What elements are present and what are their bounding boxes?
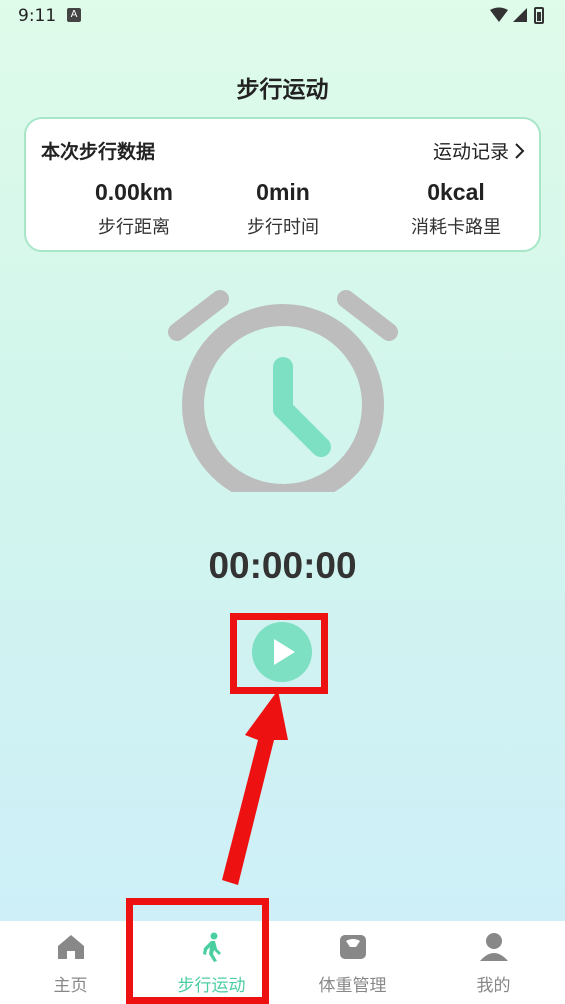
records-link-label: 运动记录 bbox=[432, 141, 509, 163]
stat-distance: 0.00km 步行距离 bbox=[59, 179, 209, 239]
status-time: 9:11 bbox=[18, 6, 57, 26]
chevron-right-icon bbox=[515, 142, 525, 159]
elapsed-timer: 00:00:00 bbox=[208, 545, 357, 586]
annotation-highlight-start bbox=[230, 613, 328, 694]
tab-label: 体重管理 bbox=[318, 976, 387, 996]
tab-me[interactable]: 我的 bbox=[423, 921, 564, 1004]
user-icon bbox=[479, 933, 508, 961]
stat-time: 0min 步行时间 bbox=[208, 179, 358, 239]
card-title: 本次步行数据 bbox=[41, 141, 156, 163]
bottom-tab-bar: 主页 步行运动 体重管理 我的 bbox=[0, 921, 565, 1004]
stat-value: 0.00km bbox=[94, 179, 173, 205]
stat-label: 步行距离 bbox=[98, 217, 170, 238]
stat-value: 0min bbox=[256, 179, 310, 205]
signal-icon bbox=[513, 8, 527, 22]
scale-icon bbox=[339, 935, 366, 959]
tab-home[interactable]: 主页 bbox=[0, 921, 141, 1004]
stat-calories: 0kcal 消耗卡路里 bbox=[381, 179, 531, 239]
stat-value: 0kcal bbox=[427, 179, 485, 205]
stat-label: 步行时间 bbox=[247, 217, 319, 238]
tab-weight[interactable]: 体重管理 bbox=[282, 921, 423, 1004]
tab-label: 主页 bbox=[53, 976, 88, 996]
home-icon bbox=[57, 935, 84, 959]
session-stats-card: 本次步行数据 运动记录 0.00km 步行距离 0min 步行时间 0kcal … bbox=[24, 117, 541, 252]
page-title: 步行运动 bbox=[236, 77, 329, 103]
stat-label: 消耗卡路里 bbox=[411, 217, 501, 238]
notification-icon: A bbox=[67, 8, 81, 22]
status-bar: 9:11 A bbox=[0, 0, 565, 32]
exercise-records-link[interactable]: 运动记录 bbox=[433, 137, 525, 164]
alarm-clock-icon bbox=[168, 290, 398, 492]
annotation-arrow bbox=[222, 690, 288, 885]
status-icons bbox=[489, 6, 549, 30]
system-tray-icons bbox=[490, 7, 544, 24]
annotation-highlight-tab bbox=[126, 898, 269, 1004]
tab-label: 我的 bbox=[476, 976, 511, 996]
wifi-icon bbox=[490, 7, 508, 22]
